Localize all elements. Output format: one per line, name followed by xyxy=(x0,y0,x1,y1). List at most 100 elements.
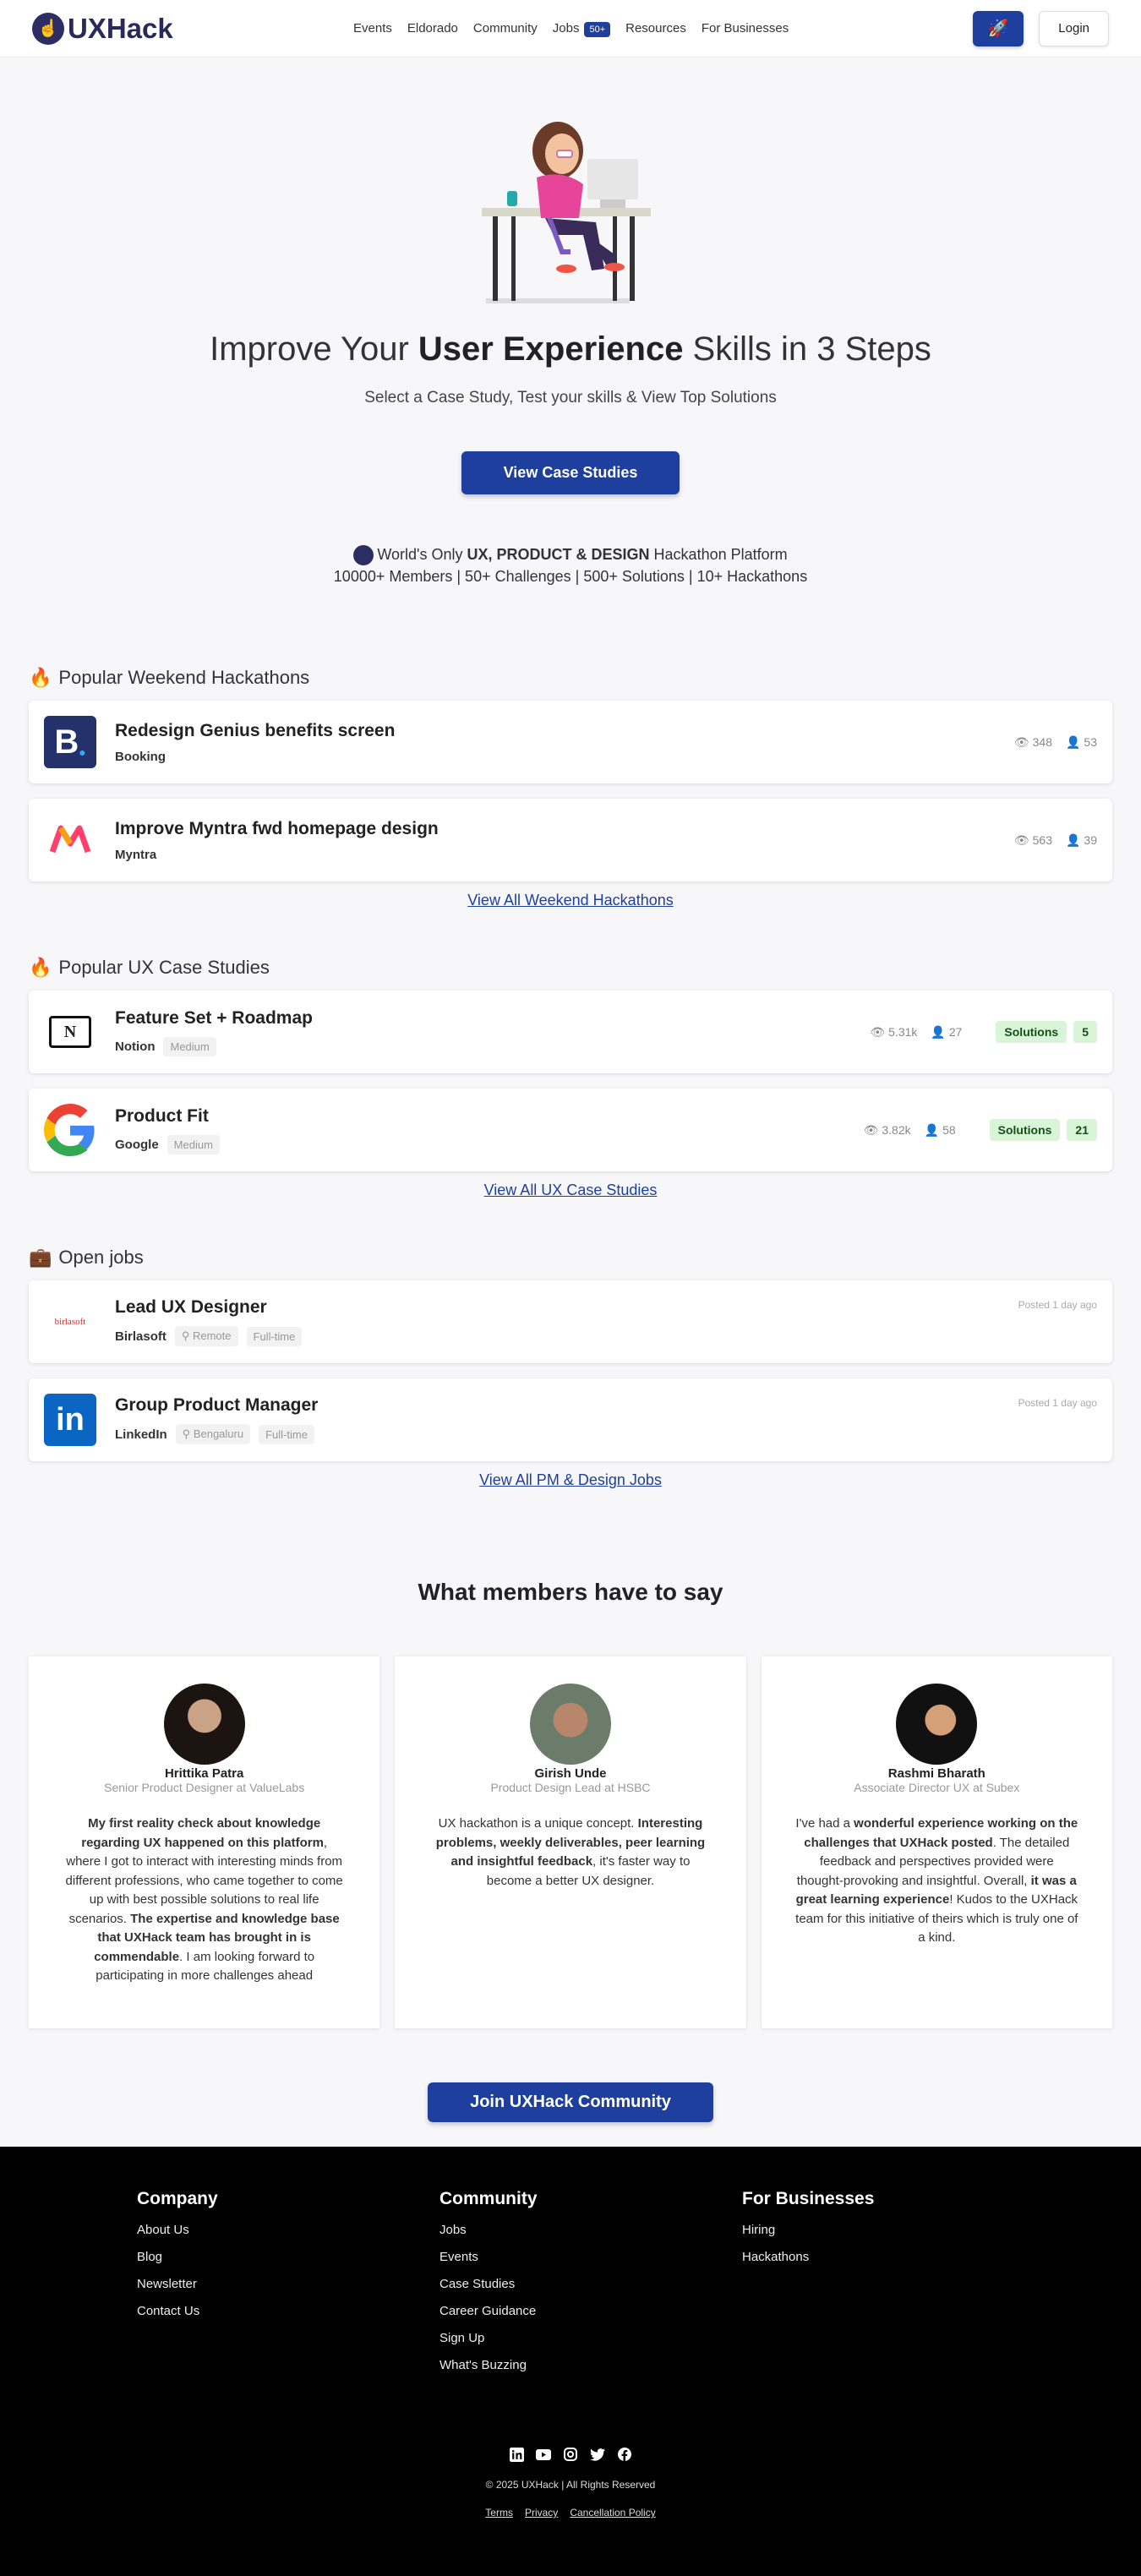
user-icon: 👤 xyxy=(1065,734,1081,749)
testimonial-quote: I've had a wonderful experience working … xyxy=(795,1816,1078,1946)
view-all-case-studies-link[interactable]: View All UX Case Studies xyxy=(29,1182,1112,1199)
job-location: ⚲ Bengaluru xyxy=(175,1424,251,1445)
footer-community-column: Community Jobs Events Case Studies Caree… xyxy=(439,2189,742,2385)
facebook-icon[interactable] xyxy=(617,2447,632,2462)
top-nav: ☝ UXHack Events Eldorado Community Jobs 5… xyxy=(0,0,1141,57)
solutions-count: 21 xyxy=(1067,1119,1097,1142)
privacy-link[interactable]: Privacy xyxy=(525,2507,558,2519)
footer: Company About Us Blog Newsletter Contact… xyxy=(0,2147,1141,2576)
solutions-badge[interactable]: Solutions 21 xyxy=(989,1119,1097,1142)
posted-time: Posted 1 day ago xyxy=(1018,1299,1097,1312)
case-studies-heading: 🔥 Popular UX Case Studies xyxy=(29,957,1112,979)
job-location-text: Bengaluru xyxy=(193,1427,244,1441)
job-card[interactable]: in Group Product Manager LinkedIn ⚲ Benga… xyxy=(29,1378,1112,1462)
hackathon-company: Myntra xyxy=(115,847,157,862)
testimonial-role: Product Design Lead at HSBC xyxy=(490,1781,651,1795)
nav-link-events[interactable]: Events xyxy=(353,21,392,35)
footer-link-events[interactable]: Events xyxy=(439,2250,742,2264)
linkedin-logo-icon: in xyxy=(44,1394,96,1447)
footer-heading: Community xyxy=(439,2189,538,2208)
login-button[interactable]: Login xyxy=(1039,10,1109,46)
views-count: 5.31k xyxy=(888,1025,918,1040)
footer-link-hackathons[interactable]: Hackathons xyxy=(742,2250,1045,2264)
notion-logo-icon: N xyxy=(44,1006,96,1058)
hackathon-card[interactable]: B ● Redesign Genius benefits screen Booki… xyxy=(29,701,1112,784)
footer-link-sign-up[interactable]: Sign Up xyxy=(439,2331,742,2345)
footer-link-jobs[interactable]: Jobs xyxy=(439,2223,742,2237)
rocket-button[interactable]: 🚀 xyxy=(973,10,1024,46)
terms-link[interactable]: Terms xyxy=(485,2507,513,2519)
nav-link-eldorado[interactable]: Eldorado xyxy=(407,21,458,35)
platform-post: Hackathon Platform xyxy=(649,546,788,563)
platform-stats: 10000+ Members | 50+ Challenges | 500+ S… xyxy=(333,568,808,586)
hero-title-bold: User Experience xyxy=(418,330,684,368)
case-studies-section: 🔥 Popular UX Case Studies N Feature Set +… xyxy=(0,957,1141,1199)
job-card[interactable]: birlasoft Lead UX Designer Birlasoft ⚲ Re… xyxy=(29,1280,1112,1364)
views-count: 563 xyxy=(1032,833,1052,848)
job-type: Full-time xyxy=(246,1326,303,1346)
testimonial-quote: UX hackathon is a unique concept. Intere… xyxy=(435,1816,706,1888)
footer-link-newsletter[interactable]: Newsletter xyxy=(137,2277,439,2291)
nav-link-resources[interactable]: Resources xyxy=(625,21,686,35)
footer-link-case-studies[interactable]: Case Studies xyxy=(439,2277,742,2291)
view-all-hackathons-link[interactable]: View All Weekend Hackathons xyxy=(29,892,1112,909)
difficulty-tag: Medium xyxy=(167,1134,220,1154)
case-study-stats: 👁 5.31k 👤 27 xyxy=(870,1025,962,1040)
members-count: 39 xyxy=(1084,833,1097,848)
nav-links: Events Eldorado Community Jobs 50+ Resour… xyxy=(353,21,789,37)
testimonial-name: Hrittika Patra xyxy=(164,1766,244,1782)
case-study-company: Notion xyxy=(115,1039,156,1054)
case-study-card[interactable]: Product Fit Google Medium 👁 3.82k 👤 58 Solu… xyxy=(29,1089,1112,1172)
avatar xyxy=(163,1684,245,1766)
case-study-card[interactable]: N Feature Set + Roadmap Notion Medium 👁 5.… xyxy=(29,991,1112,1074)
hero-title: Improve Your User Experience Skills in 3… xyxy=(0,330,1141,368)
brand-name: UXHack xyxy=(68,12,173,44)
footer-link-career-guidance[interactable]: Career Guidance xyxy=(439,2304,742,2318)
solutions-label: Solutions xyxy=(996,1021,1067,1044)
user-icon: 👤 xyxy=(924,1122,940,1137)
footer-link-hiring[interactable]: Hiring xyxy=(742,2223,1045,2237)
job-title: Lead UX Designer xyxy=(115,1297,267,1318)
eye-icon: 👁 xyxy=(863,1122,879,1137)
youtube-icon[interactable] xyxy=(536,2447,551,2462)
testimonial-card: Girish Unde Product Design Lead at HSBC … xyxy=(395,1656,746,2029)
job-company: LinkedIn xyxy=(115,1427,167,1442)
nav-link-for-businesses[interactable]: For Businesses xyxy=(702,21,789,35)
location-pin-icon: ⚲ xyxy=(182,1427,194,1441)
view-all-jobs-link[interactable]: View All PM & Design Jobs xyxy=(29,1471,1112,1489)
posted-time: Posted 1 day ago xyxy=(1018,1397,1097,1410)
google-logo-icon xyxy=(44,1104,96,1157)
join-community-button[interactable]: Join UXHack Community xyxy=(428,2082,713,2123)
social-links xyxy=(0,2447,1141,2462)
eye-icon: 👁 xyxy=(1013,734,1029,749)
twitter-icon[interactable] xyxy=(590,2447,605,2462)
fire-icon: 🔥 xyxy=(29,667,52,689)
job-type: Full-time xyxy=(259,1424,314,1444)
footer-link-blog[interactable]: Blog xyxy=(137,2250,439,2264)
platform-bold: UX, PRODUCT & DESIGN xyxy=(467,546,650,563)
logo-mark-icon: ☝ xyxy=(32,12,64,45)
members-count: 58 xyxy=(942,1123,956,1138)
logo[interactable]: ☝ UXHack xyxy=(32,12,353,45)
job-company: Birlasoft xyxy=(115,1329,167,1344)
footer-link-contact-us[interactable]: Contact Us xyxy=(137,2304,439,2318)
cancellation-policy-link[interactable]: Cancellation Policy xyxy=(570,2507,655,2519)
view-case-studies-button[interactable]: View Case Studies xyxy=(461,451,680,494)
testimonials-section: What members have to say Hrittika Patra … xyxy=(0,1579,1141,2123)
jobs-section: 💼 Open jobs birlasoft Lead UX Designer Bi… xyxy=(0,1247,1141,1489)
footer-link-whats-buzzing[interactable]: What's Buzzing xyxy=(439,2358,742,2372)
nav-link-jobs[interactable]: Jobs 50+ xyxy=(553,21,611,37)
instagram-icon[interactable] xyxy=(563,2447,578,2462)
hero-title-pre: Improve Your xyxy=(210,330,418,368)
hackathon-card[interactable]: Improve Myntra fwd homepage design Myntr… xyxy=(29,799,1112,882)
solutions-badge[interactable]: Solutions 5 xyxy=(996,1021,1097,1044)
location-pin-icon: ⚲ xyxy=(181,1329,193,1343)
solutions-label: Solutions xyxy=(989,1119,1061,1142)
hero-subtitle: Select a Case Study, Test your skills & … xyxy=(364,389,777,407)
footer-link-about-us[interactable]: About Us xyxy=(137,2223,439,2237)
nav-link-community[interactable]: Community xyxy=(473,21,538,35)
avatar xyxy=(896,1684,978,1766)
linkedin-icon[interactable] xyxy=(509,2447,524,2462)
testimonial-quote: My first reality check about knowledge r… xyxy=(65,1816,343,1984)
case-study-stats: 👁 3.82k 👤 58 xyxy=(864,1123,956,1138)
